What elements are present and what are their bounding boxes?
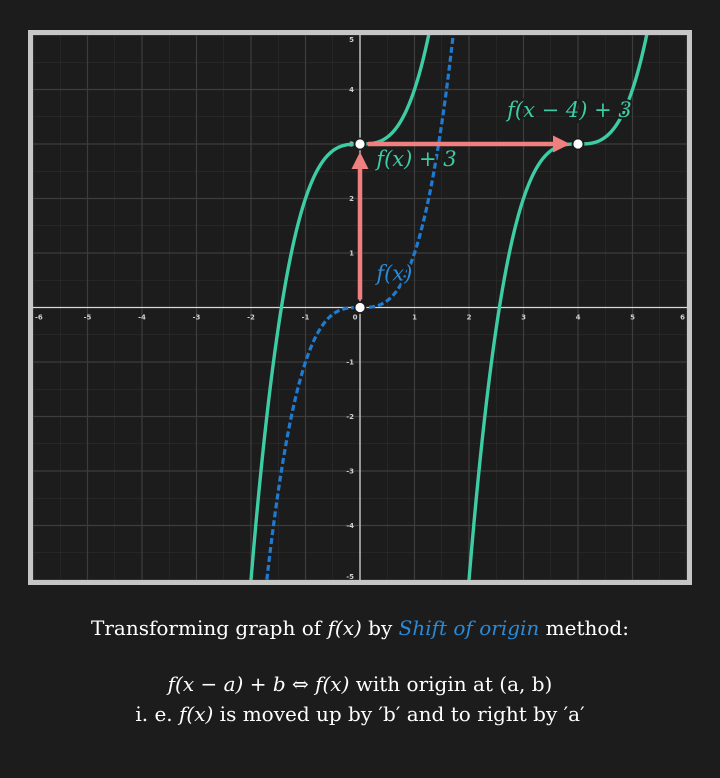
origin-point: [571, 137, 585, 151]
x-tick-label: 4: [576, 314, 581, 322]
x-tick-label: 0: [353, 314, 358, 322]
y-tick-label: -2: [346, 413, 354, 421]
x-tick-label: -1: [302, 314, 310, 322]
x-tick-label: 3: [521, 314, 526, 322]
curve-label: f(x) + 3: [374, 147, 456, 171]
shift-arrow-head: [351, 152, 369, 169]
caption-line-3: i. e. f(x) is moved up by ′b′ and to rig…: [0, 702, 720, 726]
y-tick-label: 2: [349, 195, 354, 203]
y-tick-label: 1: [349, 250, 354, 258]
origin-point: [353, 301, 367, 314]
caption-line-1: Transforming graph of f(x) by Shift of o…: [0, 616, 720, 640]
caption-suffix: method:: [539, 616, 629, 640]
y-tick-label: -4: [346, 522, 354, 530]
y-tick-label: 4: [349, 86, 354, 94]
y-tick-label: 5: [349, 36, 354, 44]
caption-prefix: Transforming graph of: [91, 616, 328, 640]
y-tick-label: -5: [346, 573, 354, 580]
caption-origin-text: with origin at (a, b): [349, 672, 553, 696]
x-tick-label: -6: [35, 314, 43, 322]
y-tick-label: -1: [346, 359, 354, 367]
x-tick-label: -4: [138, 314, 146, 322]
caption-function-2: f(x): [179, 702, 214, 726]
caption-function: f(x): [327, 616, 362, 640]
graph-frame: -6 -5 -4 -3 -2 -1 0 1 2 3 4 5 6 5 4 3 2 1 -1 -2 -3 -4 -5 f(x) f(…: [28, 30, 692, 585]
caption-by: by: [361, 616, 399, 640]
x-tick-label: 1: [412, 314, 417, 322]
origin-point: [353, 137, 367, 151]
y-tick-label: -3: [346, 468, 354, 476]
curve-label: f(x − 4) + 3: [505, 98, 632, 122]
curve-label: f(x): [374, 261, 412, 285]
caption-line-2: f(x − a) + b ⇔ f(x) with origin at (a, b…: [0, 672, 720, 696]
shift-arrow-head: [553, 135, 570, 153]
caption-method-name: Shift of origin: [398, 616, 540, 640]
x-tick-label: 5: [630, 314, 635, 322]
caption-ie: i. e.: [135, 702, 180, 726]
x-tick-label: -3: [193, 314, 201, 322]
x-tick-label: 2: [467, 314, 472, 322]
x-tick-label: 6: [680, 314, 685, 322]
x-tick-label: -2: [247, 314, 255, 322]
caption-move-text: is moved up by ′b′ and to right by ′a′: [213, 702, 585, 726]
caption-equivalence-expression: f(x − a) + b ⇔ f(x): [167, 672, 350, 696]
x-tick-label: -5: [84, 314, 92, 322]
cubic-shift-graph: -6 -5 -4 -3 -2 -1 0 1 2 3 4 5 654321-1-2-3-4-5f(x)f(…: [33, 35, 687, 580]
